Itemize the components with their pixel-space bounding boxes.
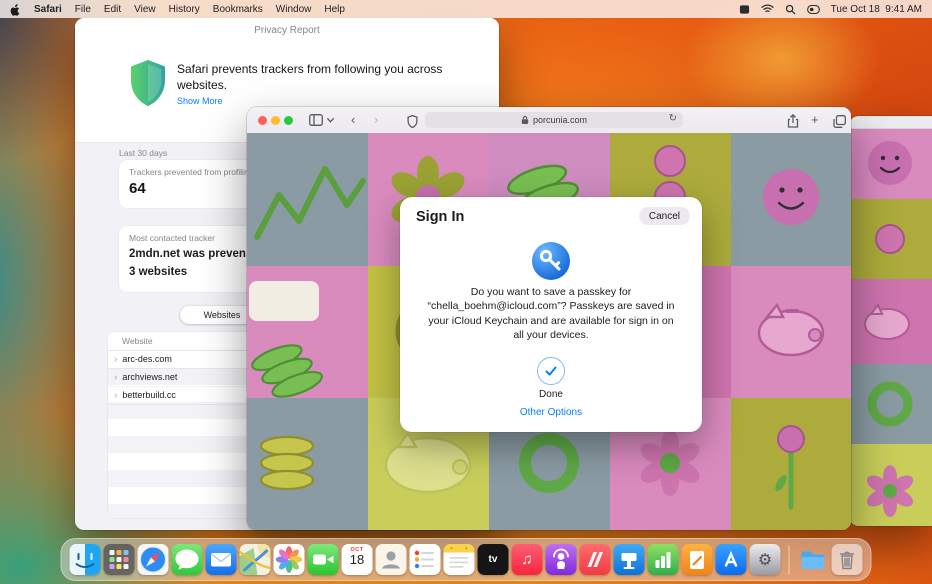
address-bar[interactable]: porcunia.com ↻ — [425, 112, 683, 128]
music-note-icon: ♫ — [521, 551, 532, 568]
dock-mail-icon[interactable] — [206, 544, 237, 575]
trackers-card-label: Trackers prevented from profiling — [129, 167, 253, 177]
sign-in-dialog: Sign In Cancel Do you want to save a pas… — [400, 197, 702, 432]
share-icon[interactable] — [787, 113, 799, 129]
window-title[interactable]: Privacy Report — [75, 25, 499, 36]
dock-downloads-icon[interactable] — [798, 544, 829, 575]
calendar-day: 18 — [350, 552, 364, 567]
disclosure-chevron-icon: › — [114, 369, 117, 386]
dialog-title: Sign In — [416, 209, 464, 225]
dock-settings-icon[interactable]: ⚙ — [750, 544, 781, 575]
menu-app-name[interactable]: Safari — [34, 4, 62, 15]
refresh-icon[interactable]: ↻ — [669, 113, 677, 124]
disclosure-chevron-icon: › — [114, 387, 117, 404]
apple-menu-icon[interactable] — [10, 3, 21, 16]
checkmark-icon — [543, 363, 559, 379]
dock-notes-icon[interactable] — [444, 544, 475, 575]
background-window-artwork — [849, 129, 932, 526]
most-contacted-label: Most contacted tracker — [129, 233, 215, 243]
confirm-check-button[interactable] — [537, 357, 565, 385]
dock-launchpad-icon[interactable] — [104, 544, 135, 575]
zoom-button[interactable] — [284, 116, 293, 125]
other-options-link[interactable]: Other Options — [400, 407, 702, 418]
done-label: Done — [400, 389, 702, 400]
dock-messages-icon[interactable] — [172, 544, 203, 575]
menu-clock[interactable]: Tue Oct 18 9:41 AM — [831, 4, 922, 15]
website-name: arc-des.com — [122, 351, 172, 368]
privacy-shield-icon — [127, 58, 169, 113]
control-center-icon[interactable] — [807, 5, 820, 14]
menu-history[interactable]: History — [169, 4, 200, 15]
privacy-report-shield-icon[interactable] — [407, 113, 418, 129]
padlock-icon — [521, 115, 529, 125]
close-button[interactable] — [258, 116, 267, 125]
sidebar-chevron-down-icon[interactable] — [327, 112, 334, 128]
dock-photos-icon[interactable] — [274, 544, 305, 575]
show-more-link[interactable]: Show More — [177, 96, 223, 106]
website-name: betterbuild.cc — [122, 387, 176, 404]
background-browser-window — [849, 116, 932, 526]
website-name: archviews.net — [122, 369, 177, 386]
dock-news-icon[interactable] — [580, 544, 611, 575]
dock-keynote-icon[interactable] — [614, 544, 645, 575]
dock-appstore-icon[interactable] — [716, 544, 747, 575]
menu-window[interactable]: Window — [276, 4, 312, 15]
trackers-card-value: 64 — [129, 180, 146, 197]
search-icon[interactable] — [785, 4, 796, 15]
period-label: Last 30 days — [119, 148, 167, 158]
gear-icon: ⚙ — [758, 550, 772, 570]
dock-finder-icon[interactable] — [70, 544, 101, 575]
dock-contacts-icon[interactable] — [376, 544, 407, 575]
desktop: Safari File Edit View History Bookmarks … — [0, 0, 932, 584]
dock-separator — [789, 545, 790, 575]
websites-segment-label: Websites — [204, 310, 241, 320]
menu-file[interactable]: File — [75, 4, 91, 15]
background-window-titlebar — [849, 116, 932, 129]
dock-tv-icon[interactable]: tv — [478, 544, 509, 575]
privacy-headline: Safari prevents trackers from following … — [177, 62, 449, 94]
sidebar-icon[interactable] — [309, 112, 323, 128]
dock-pages-icon[interactable] — [682, 544, 713, 575]
address-text: porcunia.com — [533, 115, 587, 125]
dock-calendar-icon[interactable]: OCT 18 — [342, 544, 373, 575]
menu-bookmarks[interactable]: Bookmarks — [213, 4, 263, 15]
dock-podcasts-icon[interactable] — [546, 544, 577, 575]
dock-reminders-icon[interactable] — [410, 544, 441, 575]
dock-safari-icon[interactable] — [138, 544, 169, 575]
menu-edit[interactable]: Edit — [104, 4, 121, 15]
forward-button[interactable]: › — [374, 112, 378, 128]
dock-facetime-icon[interactable] — [308, 544, 339, 575]
menu-help[interactable]: Help — [324, 4, 345, 15]
dock-numbers-icon[interactable] — [648, 544, 679, 575]
cancel-label: Cancel — [649, 211, 680, 222]
dock-trash-icon[interactable] — [832, 544, 863, 575]
cancel-button[interactable]: Cancel — [639, 207, 690, 225]
dock-music-icon[interactable]: ♫ — [512, 544, 543, 575]
disclosure-chevron-icon: › — [114, 351, 117, 368]
menu-bar: Safari File Edit View History Bookmarks … — [0, 0, 932, 18]
new-tab-plus-icon[interactable]: + — [811, 112, 819, 128]
back-button[interactable]: ‹ — [351, 112, 355, 128]
most-contacted-line2: 3 websites — [129, 266, 187, 278]
passkey-message: Do you want to save a passkey for “chell… — [422, 285, 680, 343]
minimize-button[interactable] — [271, 116, 280, 125]
safari-toolbar[interactable]: ‹ › porcunia.com ↻ + — [247, 107, 851, 134]
menu-view[interactable]: View — [134, 4, 156, 15]
input-menu-icon[interactable] — [739, 4, 750, 15]
dock: OCT 18 tv ♫ — [61, 538, 872, 581]
passkey-icon — [532, 242, 570, 285]
tab-overview-icon[interactable] — [833, 113, 846, 129]
dock-maps-icon[interactable] — [240, 544, 271, 575]
most-contacted-line1: 2mdn.net was preven — [129, 248, 246, 260]
tv-label: tv — [489, 554, 498, 565]
wifi-icon[interactable] — [761, 4, 774, 14]
